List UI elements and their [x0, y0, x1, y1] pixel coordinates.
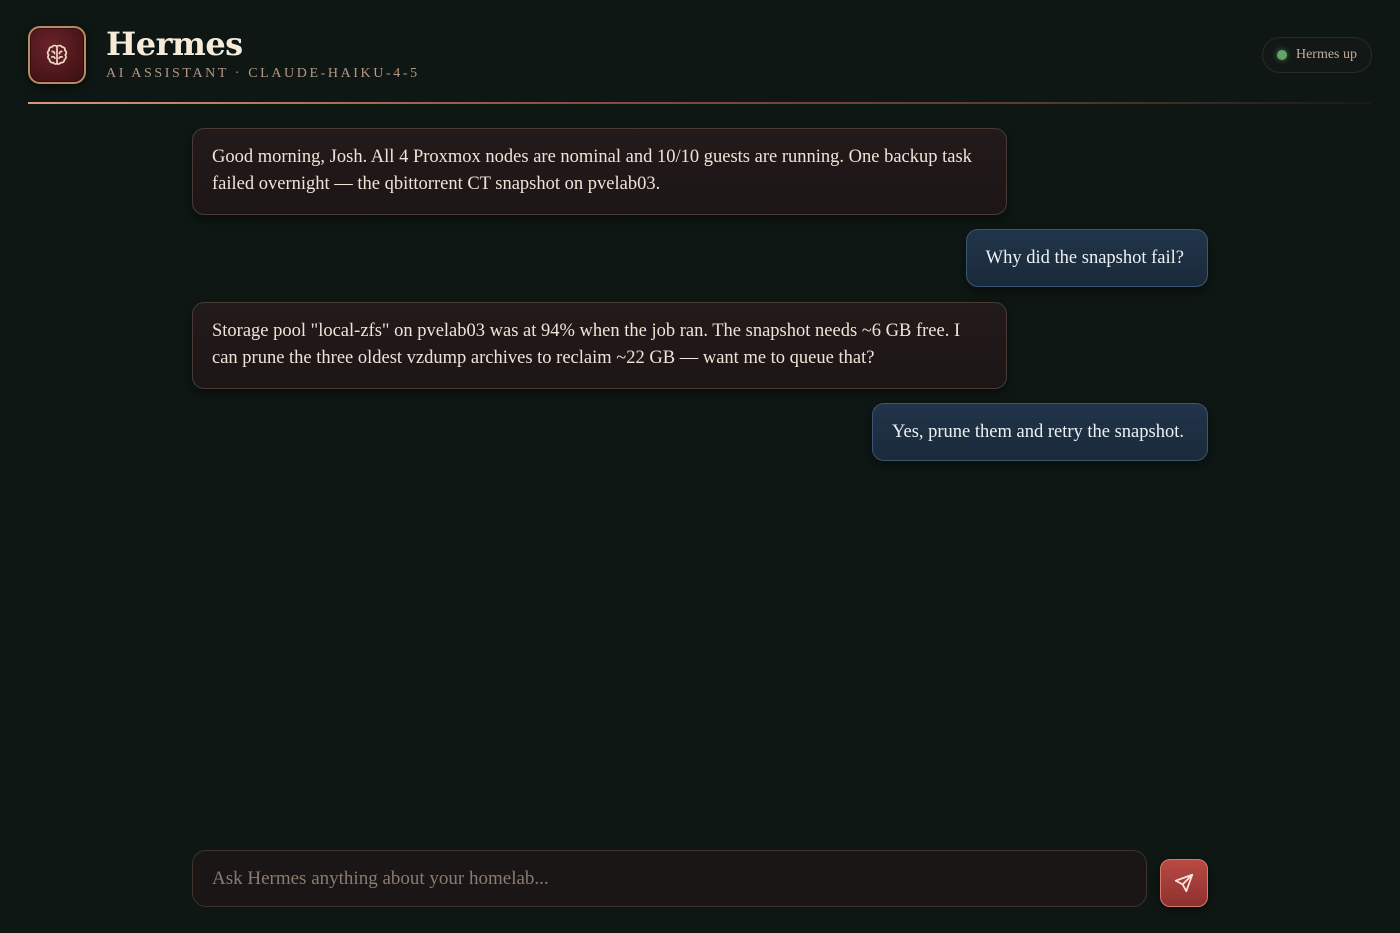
message-text: Yes, prune them and retry the snapshot.: [891, 422, 1184, 442]
status-label: Hermes up: [1295, 47, 1357, 62]
status-dot-icon: [1276, 50, 1287, 60]
app-subtitle: AI ASSISTANT · CLAUDE-HAIKU-4-5: [106, 66, 420, 81]
status-badge: Hermes up: [1261, 37, 1372, 73]
brain-icon: [28, 26, 86, 84]
app-title: Hermes: [106, 25, 243, 63]
header-divider: [28, 102, 1372, 104]
user-message: Why did the snapshot fail?: [965, 229, 1208, 287]
user-message: Yes, prune them and retry the snapshot.: [871, 403, 1208, 461]
send-icon: [1174, 873, 1194, 893]
message-text: Why did the snapshot fail?: [985, 248, 1184, 268]
assistant-message: Storage pool "local-zfs" on pvelab03 was…: [192, 302, 1007, 389]
assistant-message: Good morning, Josh. All 4 Proxmox nodes …: [192, 128, 1007, 215]
message-text: Storage pool "local-zfs" on pvelab03 was…: [212, 321, 961, 368]
app-header: Hermes AI ASSISTANT · CLAUDE-HAIKU-4-5 H…: [28, 24, 1372, 104]
send-button[interactable]: [1160, 859, 1208, 907]
message-input[interactable]: [192, 850, 1147, 907]
message-text: Good morning, Josh. All 4 Proxmox nodes …: [212, 147, 972, 194]
chat-app: Hermes AI ASSISTANT · CLAUDE-HAIKU-4-5 H…: [0, 0, 1400, 933]
